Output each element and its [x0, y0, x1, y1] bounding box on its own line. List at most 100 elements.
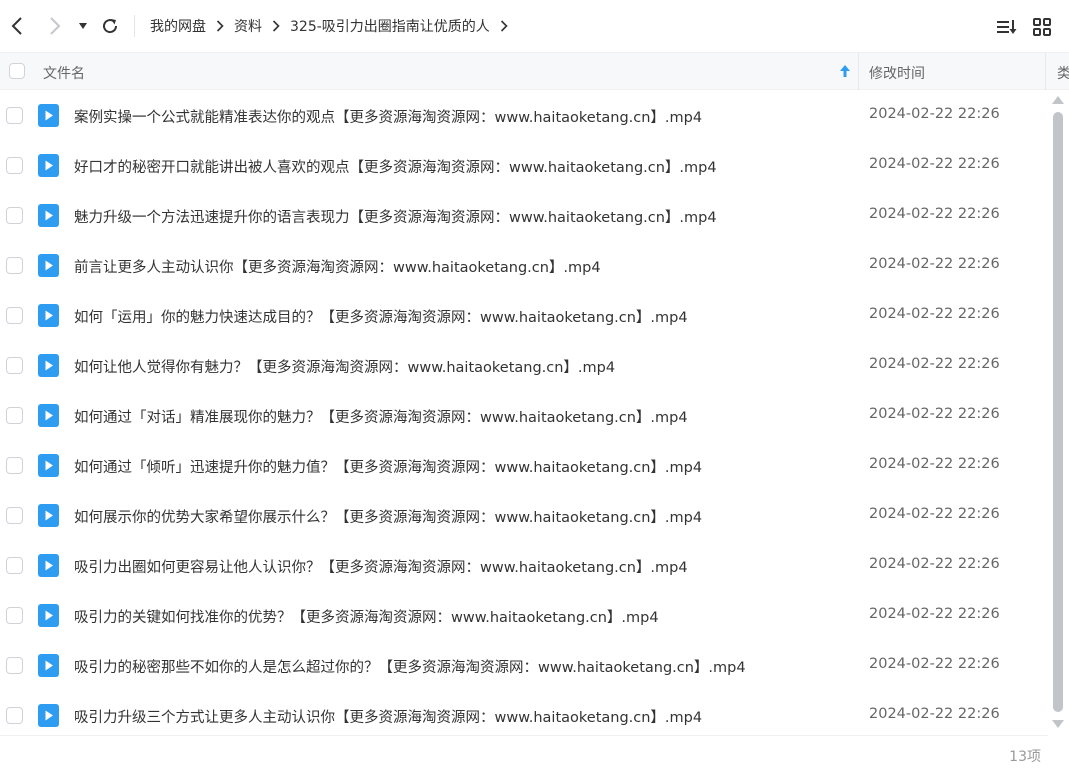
file-name: 如何通过「对话」精准展现你的魅力？【更多资源海淘资源网：www.haitaoke… — [74, 410, 688, 426]
file-row[interactable]: 吸引力的关键如何找准你的优势？【更多资源海淘资源网：www.haitaoketa… — [0, 590, 1048, 640]
video-file-icon — [38, 704, 59, 727]
file-modified-time: 2024-02-22 22:26 — [869, 406, 1000, 422]
video-file-icon — [38, 354, 59, 377]
sort-button[interactable] — [996, 17, 1018, 37]
scrollbar-thumb[interactable] — [1053, 112, 1063, 712]
refresh-button[interactable] — [97, 13, 123, 39]
file-name: 好口才的秘密开口就能讲出被人喜欢的观点【更多资源海淘资源网：www.haitao… — [74, 160, 717, 176]
chevron-left-icon — [11, 17, 22, 35]
toolbar-divider — [134, 15, 135, 37]
file-modified-time: 2024-02-22 22:26 — [869, 606, 1000, 622]
file-modified-time: 2024-02-22 22:26 — [869, 356, 1000, 372]
video-file-icon — [38, 454, 59, 477]
scroll-up-arrow-icon[interactable] — [1052, 96, 1064, 104]
file-row[interactable]: 案例实操一个公式就能精准表达你的观点【更多资源海淘资源网：www.haitaok… — [0, 90, 1048, 140]
row-checkbox[interactable] — [6, 507, 23, 524]
file-row[interactable]: 吸引力的秘密那些不如你的人是怎么超过你的？【更多资源海淘资源网：www.hait… — [0, 640, 1048, 690]
file-row[interactable]: 如何通过「对话」精准展现你的魅力？【更多资源海淘资源网：www.haitaoke… — [0, 390, 1048, 440]
file-name: 吸引力出圈如何更容易让他人认识你？【更多资源海淘资源网：www.haitaoke… — [74, 560, 688, 576]
row-checkbox[interactable] — [6, 357, 23, 374]
file-modified-time: 2024-02-22 22:26 — [869, 156, 1000, 172]
file-name: 吸引力的关键如何找准你的优势？【更多资源海淘资源网：www.haitaoketa… — [74, 610, 659, 626]
row-checkbox[interactable] — [6, 457, 23, 474]
file-name: 如何让他人觉得你有魅力？【更多资源海淘资源网：www.haitaoketang.… — [74, 360, 616, 376]
file-modified-time: 2024-02-22 22:26 — [869, 656, 1000, 672]
video-file-icon — [38, 604, 59, 627]
file-row[interactable]: 如何通过「倾听」迅速提升你的魅力值？【更多资源海淘资源网：www.haitaok… — [0, 440, 1048, 490]
file-row[interactable]: 吸引力升级三个方式让更多人主动认识你【更多资源海淘资源网：www.haitaok… — [0, 690, 1048, 740]
column-header-modified-time[interactable]: 修改时间 — [869, 63, 925, 83]
file-name: 前言让更多人主动认识你【更多资源海淘资源网：www.haitaoketang.c… — [74, 260, 601, 276]
row-checkbox[interactable] — [6, 407, 23, 424]
video-file-icon — [38, 154, 59, 177]
file-name: 案例实操一个公式就能精准表达你的观点【更多资源海淘资源网：www.haitaok… — [74, 110, 703, 126]
breadcrumb-separator-icon — [216, 20, 224, 32]
row-checkbox[interactable] — [6, 607, 23, 624]
forward-button[interactable] — [42, 13, 68, 39]
column-divider[interactable] — [1045, 53, 1046, 90]
item-count: 13项 — [1009, 749, 1041, 765]
file-modified-time: 2024-02-22 22:26 — [869, 556, 1000, 572]
file-row[interactable]: 吸引力出圈如何更容易让他人认识你？【更多资源海淘资源网：www.haitaoke… — [0, 540, 1048, 590]
row-checkbox[interactable] — [6, 257, 23, 274]
file-name: 如何通过「倾听」迅速提升你的魅力值？【更多资源海淘资源网：www.haitaok… — [74, 460, 703, 476]
file-list: 案例实操一个公式就能精准表达你的观点【更多资源海淘资源网：www.haitaok… — [0, 90, 1048, 740]
grid-view-button[interactable] — [1031, 17, 1053, 37]
row-checkbox[interactable] — [6, 307, 23, 324]
video-file-icon — [38, 304, 59, 327]
video-file-icon — [38, 204, 59, 227]
video-file-icon — [38, 104, 59, 127]
refresh-icon — [103, 19, 118, 34]
video-file-icon — [38, 654, 59, 677]
scroll-down-arrow-icon[interactable] — [1052, 720, 1064, 728]
file-modified-time: 2024-02-22 22:26 — [869, 106, 1000, 122]
row-checkbox[interactable] — [6, 707, 23, 724]
column-header: 文件名 修改时间 类 — [0, 52, 1069, 90]
vertical-scrollbar[interactable] — [1048, 90, 1069, 734]
row-checkbox[interactable] — [6, 107, 23, 124]
file-row[interactable]: 如何「运用」你的魅力快速达成目的？【更多资源海淘资源网：www.haitaoke… — [0, 290, 1048, 340]
file-row[interactable]: 魅力升级一个方法迅速提升你的语言表现力【更多资源海淘资源网：www.haitao… — [0, 190, 1048, 240]
file-modified-time: 2024-02-22 22:26 — [869, 256, 1000, 272]
row-checkbox[interactable] — [6, 657, 23, 674]
file-modified-time: 2024-02-22 22:26 — [869, 706, 1000, 722]
breadcrumb-expand-icon[interactable] — [500, 20, 508, 32]
breadcrumb-separator-icon — [272, 20, 280, 32]
back-button[interactable] — [4, 13, 30, 39]
caret-down-icon — [79, 23, 87, 29]
column-header-name[interactable]: 文件名 — [43, 63, 85, 83]
row-checkbox[interactable] — [6, 557, 23, 574]
breadcrumb-item[interactable]: 资料 — [234, 16, 262, 36]
sort-ascending-icon[interactable] — [839, 63, 851, 82]
breadcrumb: 我的网盘 资料 325-吸引力出圈指南让优质的人 — [150, 15, 518, 37]
file-name: 吸引力升级三个方式让更多人主动认识你【更多资源海淘资源网：www.haitaok… — [74, 710, 703, 726]
breadcrumb-item[interactable]: 我的网盘 — [150, 16, 206, 36]
footer-divider — [0, 735, 1048, 736]
video-file-icon — [38, 254, 59, 277]
history-dropdown-button[interactable] — [72, 13, 94, 39]
file-name: 魅力升级一个方法迅速提升你的语言表现力【更多资源海淘资源网：www.haitao… — [74, 210, 717, 226]
file-modified-time: 2024-02-22 22:26 — [869, 456, 1000, 472]
toolbar: 我的网盘 资料 325-吸引力出圈指南让优质的人 — [0, 0, 1069, 52]
grid-view-icon — [1033, 18, 1051, 36]
file-row[interactable]: 好口才的秘密开口就能讲出被人喜欢的观点【更多资源海淘资源网：www.haitao… — [0, 140, 1048, 190]
file-row[interactable]: 如何让他人觉得你有魅力？【更多资源海淘资源网：www.haitaoketang.… — [0, 340, 1048, 390]
file-modified-time: 2024-02-22 22:26 — [869, 206, 1000, 222]
select-all-checkbox[interactable] — [9, 63, 25, 79]
column-header-type[interactable]: 类 — [1057, 63, 1069, 83]
video-file-icon — [38, 554, 59, 577]
row-checkbox[interactable] — [6, 157, 23, 174]
file-name: 如何展示你的优势大家希望你展示什么？【更多资源海淘资源网：www.haitaok… — [74, 510, 703, 526]
row-checkbox[interactable] — [6, 207, 23, 224]
file-modified-time: 2024-02-22 22:26 — [869, 506, 1000, 522]
chevron-right-icon — [50, 17, 61, 35]
sort-list-icon — [997, 20, 1017, 34]
file-name: 吸引力的秘密那些不如你的人是怎么超过你的？【更多资源海淘资源网：www.hait… — [74, 660, 746, 676]
file-modified-time: 2024-02-22 22:26 — [869, 306, 1000, 322]
column-divider[interactable] — [858, 53, 859, 90]
video-file-icon — [38, 504, 59, 527]
breadcrumb-item-current[interactable]: 325-吸引力出圈指南让优质的人 — [290, 16, 490, 36]
video-file-icon — [38, 404, 59, 427]
file-row[interactable]: 前言让更多人主动认识你【更多资源海淘资源网：www.haitaoketang.c… — [0, 240, 1048, 290]
file-row[interactable]: 如何展示你的优势大家希望你展示什么？【更多资源海淘资源网：www.haitaok… — [0, 490, 1048, 540]
